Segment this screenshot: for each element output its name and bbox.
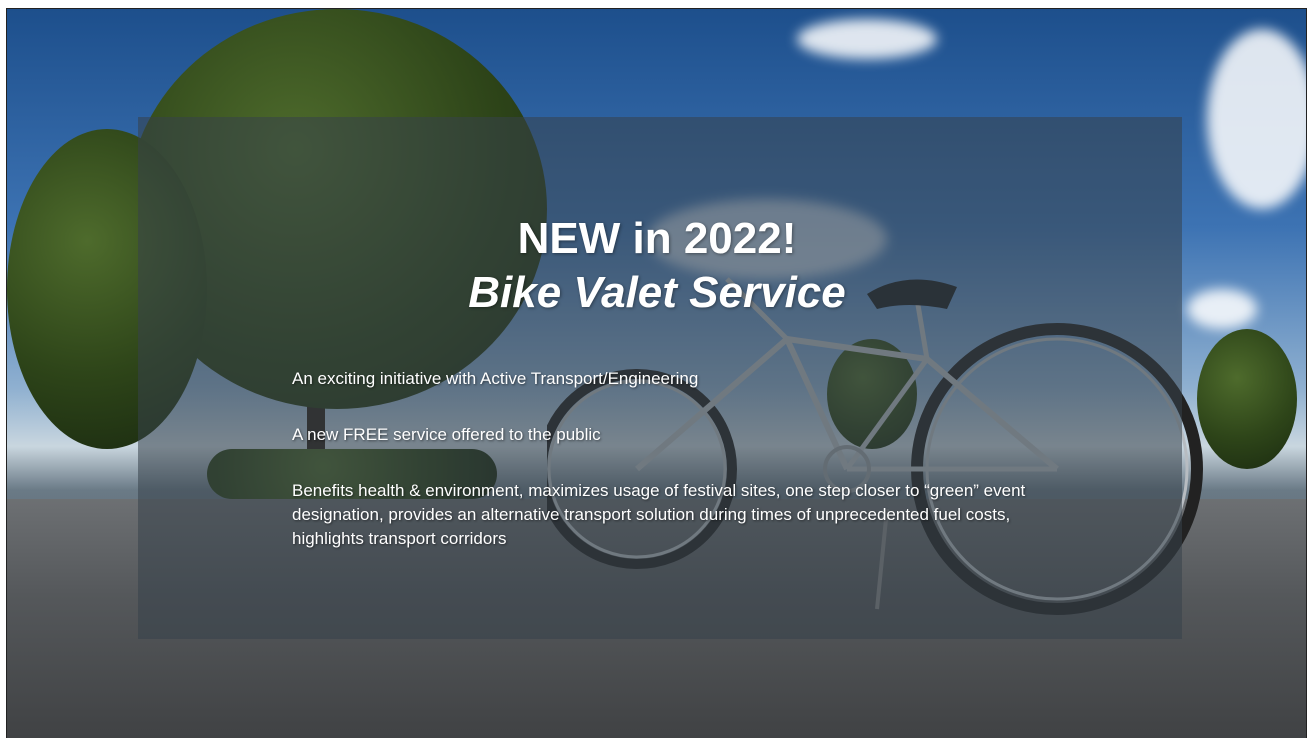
bullet-item: Benefits health & environment, maximizes… <box>292 481 1026 548</box>
bullet-item: A new FREE service offered to the public <box>292 425 601 444</box>
cloud <box>797 19 937 59</box>
bullet-list: An exciting initiative with Active Trans… <box>292 367 1052 583</box>
title-line-1: NEW in 2022! <box>517 214 797 263</box>
title-line-2: Bike Valet Service <box>468 268 846 317</box>
slide-title: NEW in 2022! Bike Valet Service <box>307 212 1007 320</box>
cloud <box>1207 29 1306 209</box>
slide: NEW in 2022! Bike Valet Service An excit… <box>6 8 1307 738</box>
bullet-item: An exciting initiative with Active Trans… <box>292 369 699 388</box>
